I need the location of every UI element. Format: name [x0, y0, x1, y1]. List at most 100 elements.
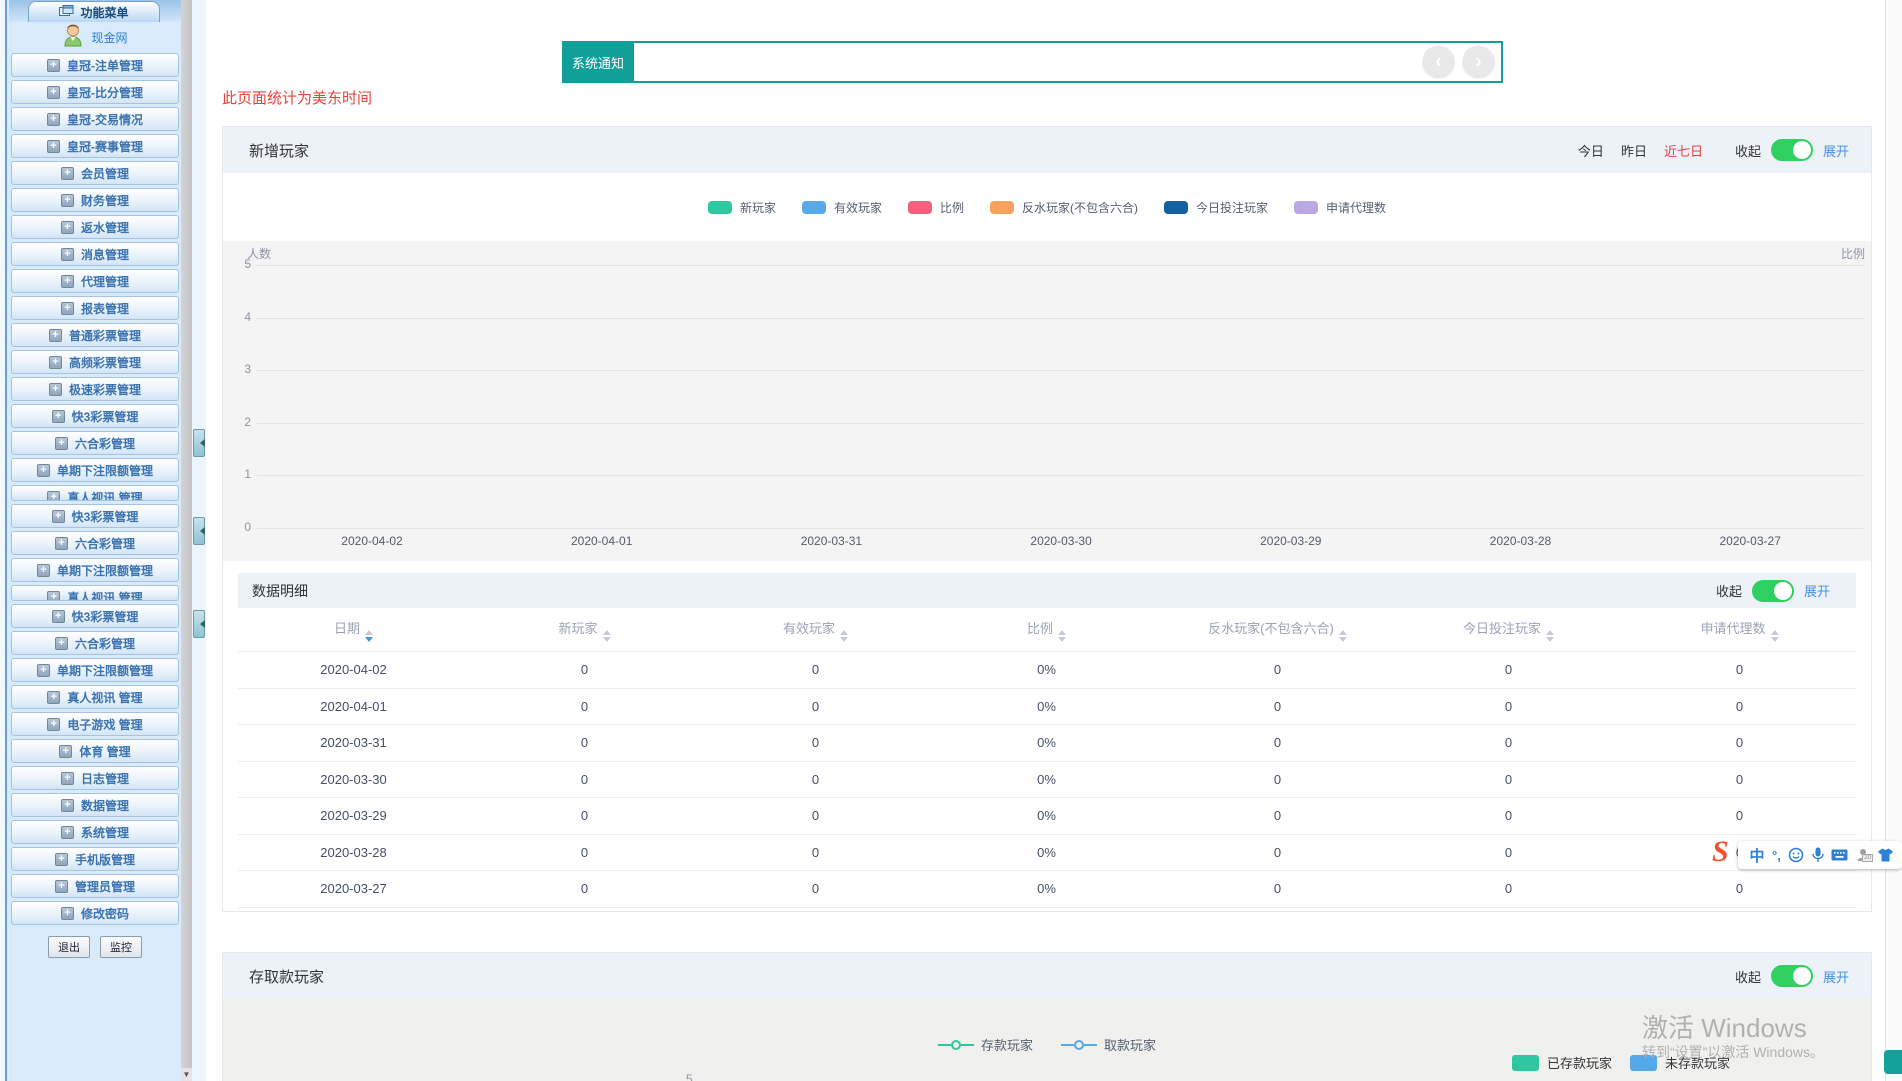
sort-icon[interactable] [365, 630, 373, 642]
notice-prev-button[interactable]: ‹ [1422, 46, 1455, 79]
scroll-down-arrow-icon[interactable]: ▼ [181, 1068, 192, 1081]
sidebar-item-label: 返水管理 [81, 219, 129, 236]
column-header[interactable]: 日期 [238, 618, 469, 642]
sort-icon[interactable] [1339, 630, 1347, 642]
sidebar-item[interactable]: +皇冠-赛事管理 [11, 134, 179, 158]
sidebar-splitter [192, 0, 206, 1081]
column-header[interactable]: 今日投注玩家 [1393, 618, 1624, 642]
legend-item[interactable]: 有效玩家 [802, 199, 882, 216]
notice-next-button[interactable]: › [1462, 46, 1495, 79]
sidebar-item[interactable]: +管理员管理 [11, 874, 179, 898]
sidebar-item[interactable]: +消息管理 [11, 242, 179, 266]
sidebar-item[interactable]: +真人视讯 管理 [11, 585, 179, 601]
sidebar-item-inner: +消息管理 [12, 243, 178, 265]
legend-item[interactable]: 取款玩家 [1061, 1035, 1156, 1054]
legend-swatch [1164, 201, 1188, 214]
legend-item[interactable]: 新玩家 [708, 199, 776, 216]
sidebar-item[interactable]: +手机版管理 [11, 847, 179, 871]
skin-account-icon[interactable]: 20 [1856, 848, 1870, 862]
function-menu-tab[interactable]: 功能菜单 [28, 1, 160, 22]
sidebar-item[interactable]: +真人视讯 管理 [11, 685, 179, 709]
legend-line [1084, 1044, 1097, 1046]
sogou-logo-icon[interactable]: S [1712, 835, 1729, 869]
user-row: 现金网 [9, 23, 181, 52]
table-row: 2020-03-30000%000 [238, 762, 1856, 799]
corner-float-button[interactable] [1884, 1050, 1902, 1074]
sidebar-item[interactable]: +会员管理 [11, 161, 179, 185]
sidebar-item[interactable]: +返水管理 [11, 215, 179, 239]
ime-punctuation-icon[interactable]: °, [1772, 848, 1781, 863]
expand-label[interactable]: 展开 [1823, 141, 1849, 160]
column-header[interactable]: 有效玩家 [700, 618, 931, 642]
sort-icon[interactable] [1546, 630, 1554, 642]
legend-item[interactable]: 存款玩家 [938, 1035, 1033, 1054]
sidebar-item[interactable]: +真人视讯 管理 [11, 485, 179, 501]
microphone-icon[interactable] [1812, 847, 1824, 863]
sidebar-scrollbar[interactable]: ▼ [181, 0, 192, 1081]
range-tab[interactable]: 昨日 [1621, 141, 1647, 160]
sidebar-item[interactable]: +高频彩票管理 [11, 350, 179, 374]
tshirt-skin-icon[interactable] [1877, 848, 1894, 862]
sidebar-item[interactable]: +快3彩票管理 [11, 504, 179, 528]
sidebar-item[interactable]: +系统管理 [11, 820, 179, 844]
column-header[interactable]: 申请代理数 [1624, 618, 1855, 642]
sidebar-item[interactable]: +财务管理 [11, 188, 179, 212]
range-tab[interactable]: 今日 [1578, 141, 1604, 160]
collapse-toggle[interactable] [1771, 965, 1813, 987]
sidebar-item[interactable]: +修改密码 [11, 901, 179, 925]
sidebar-item[interactable]: +单期下注限额管理 [11, 658, 179, 682]
sidebar-item[interactable]: +单期下注限额管理 [11, 558, 179, 582]
logout-button[interactable]: 退出 [48, 936, 90, 958]
sort-icon[interactable] [840, 630, 848, 642]
collapse-label[interactable]: 收起 [1735, 967, 1761, 986]
sort-icon[interactable] [603, 630, 611, 642]
column-header[interactable]: 反水玩家(不包含六合) [1162, 618, 1393, 642]
collapse-label[interactable]: 收起 [1716, 581, 1742, 600]
table-cell: 0% [931, 845, 1162, 860]
legend-item[interactable]: 今日投注玩家 [1164, 199, 1268, 216]
expand-label[interactable]: 展开 [1823, 967, 1849, 986]
keyboard-icon[interactable] [1831, 849, 1848, 861]
range-tab[interactable]: 近七日 [1664, 141, 1703, 160]
monitor-button[interactable]: 监控 [100, 936, 142, 958]
column-header[interactable]: 新玩家 [469, 618, 700, 642]
sidebar-item[interactable]: +皇冠-交易情况 [11, 107, 179, 131]
collapse-label[interactable]: 收起 [1735, 141, 1761, 160]
plus-icon: + [59, 745, 72, 758]
sidebar-item[interactable]: +六合彩管理 [11, 531, 179, 555]
page-scrollbar[interactable] [1885, 0, 1902, 1081]
emoji-icon[interactable] [1788, 847, 1804, 863]
sidebar-item[interactable]: +报表管理 [11, 296, 179, 320]
cash-site-link[interactable]: 现金网 [91, 29, 127, 46]
sidebar-item[interactable]: +极速彩票管理 [11, 377, 179, 401]
legend-item[interactable]: 已存款玩家 [1512, 1053, 1612, 1072]
sidebar-item[interactable]: +日志管理 [11, 766, 179, 790]
sidebar-item-inner: +皇冠-交易情况 [12, 108, 178, 130]
expand-label[interactable]: 展开 [1804, 581, 1830, 600]
collapse-sidebar-tab[interactable] [193, 610, 205, 638]
column-header[interactable]: 比例 [931, 618, 1162, 642]
sidebar-item[interactable]: +数据管理 [11, 793, 179, 817]
collapse-sidebar-tab[interactable] [193, 517, 205, 545]
sort-icon[interactable] [1058, 630, 1066, 642]
y-tick-label: 5 [233, 257, 251, 271]
sidebar-item[interactable]: +快3彩票管理 [11, 604, 179, 628]
sidebar-item[interactable]: +体育 管理 [11, 739, 179, 763]
sidebar-item[interactable]: +普通彩票管理 [11, 323, 179, 347]
sidebar-item[interactable]: +单期下注限额管理 [11, 458, 179, 482]
sidebar-item[interactable]: +快3彩票管理 [11, 404, 179, 428]
sidebar-item[interactable]: +六合彩管理 [11, 431, 179, 455]
sidebar-item[interactable]: +六合彩管理 [11, 631, 179, 655]
collapse-sidebar-tab[interactable] [193, 429, 205, 457]
collapse-toggle[interactable] [1771, 139, 1813, 161]
legend-item[interactable]: 反水玩家(不包含六合) [990, 199, 1138, 216]
sidebar-item[interactable]: +皇冠-注单管理 [11, 53, 179, 77]
sidebar-item[interactable]: +代理管理 [11, 269, 179, 293]
sidebar-item[interactable]: +电子游戏 管理 [11, 712, 179, 736]
sort-icon[interactable] [1771, 630, 1779, 642]
sidebar-item[interactable]: +皇冠-比分管理 [11, 80, 179, 104]
legend-item[interactable]: 比例 [908, 199, 964, 216]
legend-item[interactable]: 申请代理数 [1294, 199, 1386, 216]
collapse-toggle[interactable] [1752, 580, 1794, 602]
ime-language-icon[interactable]: 中 [1750, 845, 1765, 866]
